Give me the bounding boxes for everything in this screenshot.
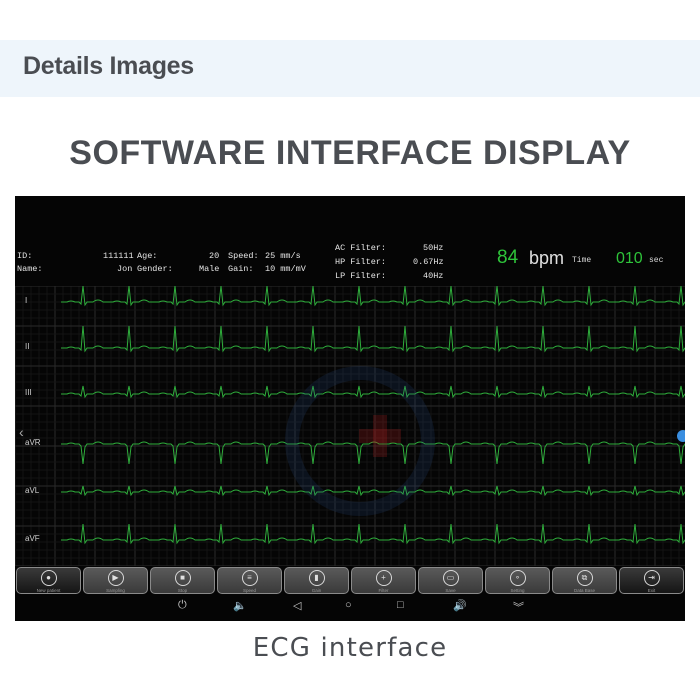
filter-icon: + [375,570,392,586]
watermark-cross-icon [359,415,401,457]
ac-filter-value: 50Hz [423,243,444,253]
android-navigation-bar: ⏻ 🔈 ◁ ○ □ 🔊 ︾ [15,596,685,618]
toolbar-button-label: Data Base [573,588,595,593]
lead-label-avr: aVR [25,438,41,447]
play-icon: ▶ [107,570,124,586]
new-patient-button[interactable]: ● New patient [16,567,81,594]
toolbar-button-label: Gain [311,588,322,593]
time-unit: sec [649,256,664,265]
hp-filter-label: HP Filter: [335,257,387,267]
save-icon: ▭ [442,570,459,586]
lead-label-ii: II [25,342,30,351]
gender-value: Male [199,264,220,274]
toolbar-button-label: Sampling [106,588,125,593]
page-heading: SOFTWARE INTERFACE DISPLAY [69,134,631,172]
data-base-button[interactable]: ⧉ Data Base [552,567,617,594]
lead-label-i: I [25,296,28,305]
volume-down-icon[interactable]: 🔈 [233,599,247,612]
toolbar-button-label: Save [445,588,456,593]
filter-button[interactable]: + Filter [351,567,416,594]
ecg-toolbar: ● New patient ▶ Sampling ■ Stop ≡ Speed ▮ Gain + Fi… [16,567,684,595]
name-value: Jon [117,264,133,274]
sampling-button[interactable]: ▶ Sampling [83,567,148,594]
hp-filter-value: 0.67Hz [413,257,444,267]
previous-page-icon[interactable]: ‹ [19,424,24,440]
time-value: 010 [616,250,643,267]
scroll-handle[interactable] [677,430,685,442]
gain-icon: ▮ [308,570,325,586]
toolbar-button-label: Speed [242,588,256,593]
id-value: 111111 [103,251,134,261]
gain-value: 10 mm/mV [265,264,306,274]
age-value: 20 [209,251,220,261]
gender-label: Gender: [137,264,173,274]
age-label: Age: [137,251,158,261]
lead-label-avf: aVF [25,534,40,543]
image-caption: ECG interface [252,633,448,663]
home-icon[interactable]: ○ [345,599,352,611]
toolbar-button-label: Setting [510,588,525,593]
exit-button[interactable]: ⇥ Exit [619,567,684,594]
setting-icon: ∘ [509,570,526,586]
name-label: Name: [17,264,43,274]
setting-button[interactable]: ∘ Setting [485,567,550,594]
ecg-waveform-area: I II III aVR aVL aVF [15,285,685,567]
id-label: ID: [17,251,33,261]
collapse-icon[interactable]: ︾ [513,599,524,615]
toolbar-button-label: Filter [378,588,389,593]
time-label: Time [572,256,592,265]
database-icon: ⧉ [576,570,593,586]
stop-button[interactable]: ■ Stop [150,567,215,594]
toolbar-button-label: Stop [177,588,188,593]
volume-up-icon[interactable]: 🔊 [453,599,467,612]
lead-label-avl: aVL [25,486,40,495]
ac-filter-label: AC Filter: [335,243,387,253]
speed-value: 25 mm/s [265,251,301,261]
user-icon: ● [40,570,57,586]
toolbar-button-label: Exit [647,588,656,593]
heart-rate-value: 84 [497,247,519,268]
exit-icon: ⇥ [643,570,660,586]
toolbar-button-label: New patient [36,588,61,593]
speed-button[interactable]: ≡ Speed [217,567,282,594]
gain-label: Gain: [228,264,254,274]
speed-icon: ≡ [241,570,258,586]
lead-label-iii: III [25,388,32,397]
back-icon[interactable]: ◁ [293,599,301,612]
lp-filter-label: LP Filter: [335,271,387,281]
stop-icon: ■ [174,570,191,586]
gain-button[interactable]: ▮ Gain [284,567,349,594]
speed-label: Speed: [228,251,259,261]
ecg-screen: ID: 111111 Age: 20 Speed: 25 mm/s Name: … [15,196,685,621]
save-button[interactable]: ▭ Save [418,567,483,594]
section-title: Details Images [23,52,194,80]
lp-filter-value: 40Hz [423,271,444,281]
recents-icon[interactable]: □ [397,599,404,611]
heart-rate-unit: bpm [529,248,565,268]
power-icon[interactable]: ⏻ [178,599,187,612]
